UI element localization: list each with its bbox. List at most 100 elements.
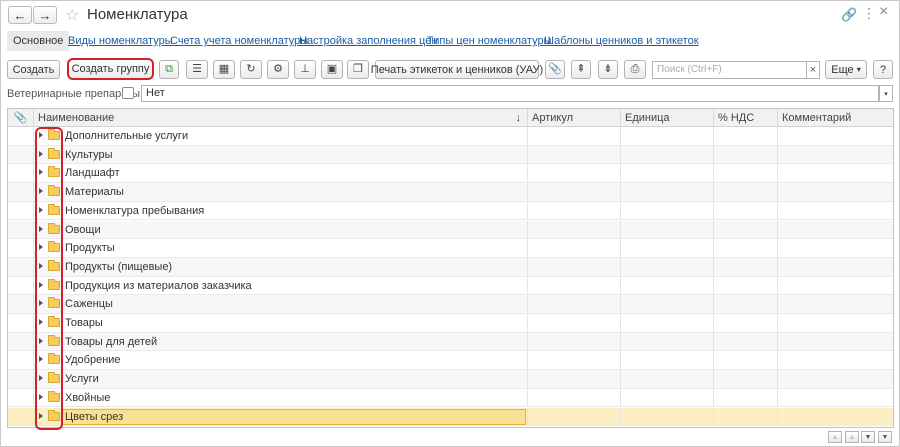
expand-arrow-icon[interactable] bbox=[39, 281, 43, 288]
folder-icon bbox=[48, 185, 60, 197]
scroll-first-button[interactable]: ▲ bbox=[828, 431, 842, 443]
header-vat[interactable]: % НДС bbox=[713, 109, 777, 127]
sort-down-icon: ↓ bbox=[515, 112, 522, 124]
tab-accounting-accounts[interactable]: Счета учета номенклатуры bbox=[170, 31, 308, 51]
windows-button[interactable]: ❐ bbox=[347, 60, 369, 79]
expand-arrow-icon[interactable] bbox=[39, 206, 43, 213]
forward-button[interactable]: → bbox=[33, 6, 57, 24]
table-row[interactable]: Овощи bbox=[8, 220, 893, 240]
tab-price-types[interactable]: Типы цен номенклатуры bbox=[427, 31, 551, 51]
expand-arrow-icon[interactable] bbox=[39, 319, 43, 325]
column-divider bbox=[33, 164, 34, 183]
help-button[interactable]: ? bbox=[873, 60, 893, 79]
search-input[interactable]: Поиск (Ctrl+F) bbox=[652, 61, 807, 79]
header-unit[interactable]: Единица bbox=[620, 109, 713, 127]
column-divider bbox=[620, 370, 621, 388]
vet-filter-select[interactable]: Нет bbox=[141, 85, 879, 102]
move-up-button[interactable]: ⇞ bbox=[571, 60, 591, 79]
table-row[interactable]: Хвойные bbox=[8, 388, 893, 408]
header-attach-cell[interactable]: 📎 bbox=[8, 109, 33, 127]
settings-button[interactable]: ⚙ bbox=[267, 60, 289, 79]
column-divider bbox=[620, 164, 621, 183]
cube-button[interactable]: ▣ bbox=[321, 60, 343, 79]
table-row[interactable]: Ландшафт bbox=[8, 164, 893, 184]
table-row[interactable]: Продукты bbox=[8, 239, 893, 258]
back-button[interactable]: ← bbox=[8, 6, 32, 24]
attach-button[interactable]: 📎 bbox=[545, 60, 565, 79]
table-row[interactable]: Товары bbox=[8, 314, 893, 333]
arrow-left-icon: ← bbox=[13, 7, 27, 23]
folder-icon bbox=[48, 372, 60, 384]
header-name[interactable]: Наименование ↓ bbox=[33, 109, 527, 127]
column-divider bbox=[713, 183, 714, 201]
more-vertical-icon[interactable]: ⋮ bbox=[862, 5, 876, 22]
expand-arrow-icon[interactable] bbox=[39, 375, 43, 382]
move-down-button[interactable]: ⇟ bbox=[598, 60, 618, 79]
row-name: Цветы срез bbox=[65, 410, 124, 423]
folder-icon bbox=[48, 222, 60, 234]
table-row[interactable]: Номенклатура пребывания bbox=[8, 201, 893, 221]
vet-filter-dropdown-button[interactable]: ▾ bbox=[879, 85, 893, 102]
more-button[interactable]: Еще ▾ bbox=[825, 60, 867, 79]
table-row[interactable]: Удобрение bbox=[8, 351, 893, 371]
column-divider bbox=[713, 164, 714, 183]
header-article[interactable]: Артикул bbox=[527, 109, 620, 127]
expand-arrow-icon[interactable] bbox=[39, 262, 43, 269]
scroll-up-button[interactable]: ▲ bbox=[845, 431, 859, 443]
tab-main[interactable]: Основное bbox=[7, 31, 70, 51]
table-row[interactable]: Саженцы bbox=[8, 295, 893, 314]
expand-arrow-icon[interactable] bbox=[39, 393, 43, 400]
expand-arrow-icon[interactable] bbox=[39, 412, 43, 419]
table-row[interactable]: Продукты (пищевые) bbox=[8, 257, 893, 277]
expand-arrow-icon[interactable] bbox=[39, 188, 43, 195]
clear-icon: × bbox=[809, 64, 817, 76]
table-row[interactable]: Материалы bbox=[8, 183, 893, 202]
table-row[interactable]: Услуги bbox=[8, 370, 893, 389]
expand-arrow-icon[interactable] bbox=[39, 150, 43, 157]
header-comment[interactable]: Комментарий bbox=[777, 109, 893, 127]
copy-button[interactable]: ⧉ bbox=[159, 60, 179, 79]
hierarchy-button[interactable]: ⊥ bbox=[294, 60, 316, 79]
printer-button[interactable]: ⎙ bbox=[624, 60, 646, 79]
expand-arrow-icon[interactable] bbox=[39, 132, 43, 138]
search-clear-button[interactable]: × bbox=[806, 61, 820, 79]
table-row[interactable]: Товары для детей bbox=[8, 332, 893, 352]
create-group-button-label: Создать группу bbox=[71, 63, 150, 75]
table-row[interactable]: Продукция из материалов заказчика bbox=[8, 276, 893, 296]
table-row[interactable]: Культуры bbox=[8, 145, 893, 165]
close-icon[interactable]: × bbox=[879, 3, 888, 21]
create-group-button[interactable]: Создать группу bbox=[67, 58, 154, 80]
row-name: Продукция из материалов заказчика bbox=[65, 279, 252, 292]
column-divider bbox=[620, 276, 621, 295]
expand-arrow-icon[interactable] bbox=[39, 169, 43, 176]
column-divider bbox=[620, 407, 621, 426]
column-divider bbox=[33, 332, 34, 351]
expand-arrow-icon[interactable] bbox=[39, 337, 43, 344]
tab-label-templates[interactable]: Шаблоны ценников и этикеток bbox=[544, 31, 699, 51]
expand-arrow-icon[interactable] bbox=[39, 356, 43, 363]
lines-button[interactable]: ☰ bbox=[186, 60, 208, 79]
column-divider bbox=[713, 314, 714, 332]
refresh-button[interactable]: ↻ bbox=[240, 60, 262, 79]
table-row[interactable]: Дополнительные услуги bbox=[8, 127, 893, 146]
tab-price-fill-settings[interactable]: Настройка заполнения цен bbox=[299, 31, 437, 51]
scroll-last-button[interactable]: ▼ bbox=[878, 431, 892, 443]
calculator-button[interactable]: ▦ bbox=[213, 60, 235, 79]
favorite-star-icon[interactable]: ☆ bbox=[65, 5, 79, 25]
column-divider bbox=[713, 239, 714, 257]
vet-filter-checkbox[interactable] bbox=[122, 87, 134, 99]
column-divider bbox=[777, 295, 778, 313]
scroll-down-button[interactable]: ▼ bbox=[861, 431, 875, 443]
tab-nomenclature-types[interactable]: Виды номенклатуры bbox=[68, 31, 173, 51]
print-labels-button[interactable]: Печать этикеток и ценников (УАУ) bbox=[371, 60, 543, 79]
column-divider bbox=[713, 276, 714, 295]
table-row[interactable]: Цветы срез bbox=[8, 407, 893, 427]
create-button-label: Создать bbox=[12, 63, 55, 76]
expand-arrow-icon[interactable] bbox=[39, 300, 43, 307]
create-button[interactable]: Создать bbox=[7, 60, 60, 79]
expand-arrow-icon[interactable] bbox=[39, 244, 43, 251]
folder-icon bbox=[48, 278, 60, 290]
scroll-up-icon: ▲ bbox=[848, 433, 856, 441]
link-icon[interactable]: 🔗 bbox=[841, 7, 857, 23]
expand-arrow-icon[interactable] bbox=[39, 225, 43, 232]
